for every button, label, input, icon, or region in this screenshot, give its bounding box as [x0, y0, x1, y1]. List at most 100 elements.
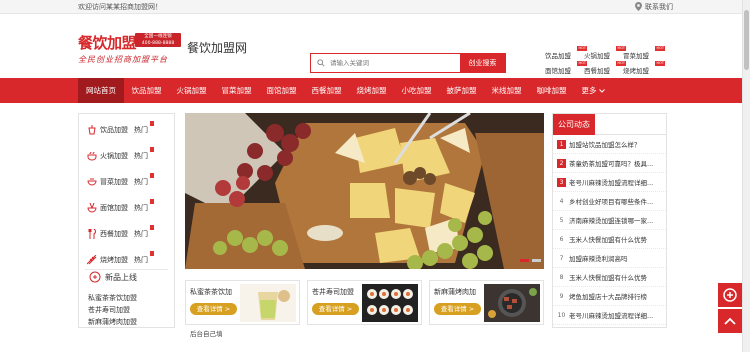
hot-tag: HOT: [655, 61, 665, 66]
new-products-heading: 新品上线: [89, 271, 137, 283]
editable-note: 后台自己填: [190, 330, 223, 338]
category-item[interactable]: 面馆加盟 热门: [79, 195, 174, 221]
search-input[interactable]: [330, 59, 440, 67]
logo-slogan: 全民创业招商加盟平台: [78, 55, 168, 64]
hot-link[interactable]: 冒菜加盟 HOT: [623, 46, 665, 60]
news-title: 公司动态: [553, 114, 595, 135]
news-item[interactable]: 3 老号川麻辣烫加盟流程详细...: [553, 173, 666, 192]
new-product-link[interactable]: 私蜜茶茶饮加盟: [88, 292, 137, 304]
nav-item[interactable]: 面馆加盟: [259, 78, 304, 103]
hot-flag: [150, 173, 154, 178]
nav-item[interactable]: 小吃加盟: [394, 78, 439, 103]
nav-item[interactable]: 火锅加盟: [169, 78, 214, 103]
card-title: 苍井寿司加盟: [312, 288, 354, 296]
news-item[interactable]: 7 加盟麻辣烫利润高吗: [553, 249, 666, 268]
hot-flag: [150, 147, 154, 152]
hot-label: 热门: [134, 147, 154, 161]
category-item[interactable]: 冒菜加盟 热门: [79, 169, 174, 195]
hot-link-label: 火锅加盟: [584, 52, 610, 60]
category-label: 面馆加盟: [100, 204, 128, 212]
hot-link[interactable]: 西餐加盟 HOT: [584, 61, 626, 75]
nav-item[interactable]: 烧烤加盟: [349, 78, 394, 103]
news-item[interactable]: 8 玉米人快餐加盟有什么优势: [553, 268, 666, 287]
hot-link-label: 饮品加盟: [545, 52, 571, 60]
hot-flag: [150, 251, 154, 256]
view-details-button[interactable]: 查看详情 >: [434, 303, 481, 315]
cutlery-icon: [88, 229, 96, 239]
news-item[interactable]: 5 济南麻辣烫加盟连锁哪一家...: [553, 211, 666, 230]
hot-label: 热门: [134, 199, 154, 213]
news-item[interactable]: 10 老号川麻辣烫加盟流程详细...: [553, 306, 666, 325]
news-rank: 7: [559, 254, 564, 262]
banner-image[interactable]: [185, 113, 544, 269]
news-link: 茶童奶茶加盟可靠吗？极具...: [569, 160, 654, 168]
news-item[interactable]: 9 烤鱼加盟店十大品牌排行榜: [553, 287, 666, 306]
category-label: 烧烤加盟: [100, 256, 128, 264]
nav-more[interactable]: 更多: [574, 78, 612, 103]
nav-item[interactable]: 披萨加盟: [439, 78, 484, 103]
nav-item-home[interactable]: 网站首页: [78, 78, 124, 103]
site-logo[interactable]: 餐饮加盟 全国一线连锁 400-888-8888 全民创业招商加盟平台: [78, 32, 182, 74]
hot-text: 热门: [134, 178, 148, 186]
new-product-icon: [89, 271, 101, 283]
featured-card[interactable]: 私蜜茶茶饮加 查看详情 >: [185, 280, 300, 325]
nav-item[interactable]: 饮品加盟: [124, 78, 169, 103]
news-link: 老号川麻辣烫加盟流程详细...: [569, 179, 654, 187]
featured-cards: 私蜜茶茶饮加 查看详情 > 苍井寿司加盟 查看详情 > 新麻蒲烤肉加 查看详情 …: [185, 280, 544, 325]
category-label: 西餐加盟: [100, 230, 128, 238]
back-to-top-button[interactable]: [718, 309, 742, 333]
news-item[interactable]: 4 乡村创业好项目有哪些条件...: [553, 192, 666, 211]
news-link: 加盟站饮品加盟怎么样？: [569, 141, 641, 149]
float-add-button[interactable]: [718, 283, 742, 307]
news-link: 加盟麻辣烫利润高吗: [569, 255, 628, 263]
hot-label: 热门: [134, 251, 154, 265]
new-products-title: 新品上线: [105, 272, 137, 282]
nav-item[interactable]: 米线加盟: [484, 78, 529, 103]
news-item[interactable]: 2 茶童奶茶加盟可靠吗？极具...: [553, 154, 666, 173]
scrollbar-thumb[interactable]: [744, 10, 749, 70]
news-item[interactable]: 6 玉米人快餐加盟有什么优势: [553, 230, 666, 249]
new-product-link[interactable]: 新麻蒲烤肉加盟: [88, 316, 137, 328]
carousel-dot[interactable]: [532, 259, 541, 262]
view-details-button[interactable]: 查看详情 >: [190, 303, 237, 315]
news-rank: 4: [559, 197, 564, 205]
nav-item[interactable]: 西餐加盟: [304, 78, 349, 103]
plus-circle-icon: [723, 288, 737, 302]
view-details-button[interactable]: 查看详情 >: [312, 303, 359, 315]
featured-card[interactable]: 新麻蒲烤肉加 查看详情 >: [429, 280, 544, 325]
carousel-dot[interactable]: [520, 259, 529, 262]
new-product-link[interactable]: 苍井寿司加盟: [88, 304, 137, 316]
top-bar: 欢迎访问某某招商加盟网！ 联系我们: [0, 0, 750, 14]
hot-link[interactable]: 火锅加盟 HOT: [584, 46, 626, 60]
location-pin-icon: [635, 2, 642, 11]
news-link: 玉米人快餐加盟有什么优势: [569, 274, 647, 282]
hot-text: 热门: [134, 230, 148, 238]
hot-flag: [150, 121, 154, 126]
nav-item[interactable]: 咖啡加盟: [529, 78, 574, 103]
bbq-image: [484, 284, 540, 322]
main-nav: 网站首页 饮品加盟 火锅加盟 冒菜加盟 面馆加盟 西餐加盟 烧烤加盟 小吃加盟 …: [0, 78, 750, 103]
hot-link[interactable]: 饮品加盟 HOT: [545, 46, 587, 60]
hot-label: 热门: [134, 225, 154, 239]
featured-card[interactable]: 苍井寿司加盟 查看详情 >: [307, 280, 422, 325]
search-field: [311, 54, 460, 72]
hot-link[interactable]: 烧烤加盟 HOT: [623, 61, 665, 75]
category-item[interactable]: 西餐加盟 热门: [79, 221, 174, 247]
header: 餐饮加盟 全国一线连锁 400-888-8888 全民创业招商加盟平台 餐饮加盟…: [0, 14, 750, 78]
welcome-text: 欢迎访问某某招商加盟网！: [78, 2, 162, 11]
news-rank: 2: [557, 158, 566, 168]
hot-label: 热门: [134, 173, 154, 187]
news-item[interactable]: 1 加盟站饮品加盟怎么样？: [553, 135, 666, 154]
grill-icon: [87, 255, 97, 265]
category-item[interactable]: 火锅加盟 热门: [79, 143, 174, 169]
hot-link[interactable]: 面馆加盟 HOT: [545, 61, 587, 75]
bowl-icon: [87, 178, 97, 186]
category-item[interactable]: 饮品加盟 热门: [79, 117, 174, 143]
hot-label: 热门: [134, 121, 154, 135]
contact-link[interactable]: 联系我们: [635, 2, 673, 12]
page-scrollbar[interactable]: [742, 0, 750, 352]
nav-item[interactable]: 冒菜加盟: [214, 78, 259, 103]
search-bar: 创业搜索: [310, 53, 506, 73]
search-button[interactable]: 创业搜索: [460, 54, 505, 72]
news-rank: 10: [557, 311, 566, 319]
